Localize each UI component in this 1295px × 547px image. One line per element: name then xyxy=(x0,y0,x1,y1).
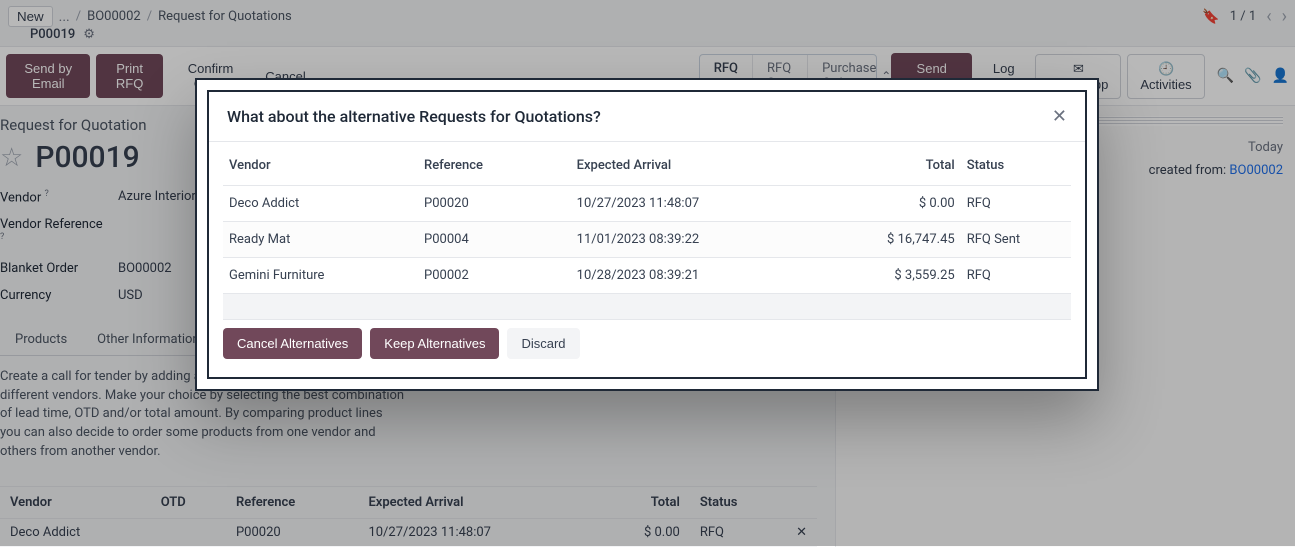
table-row[interactable]: Gemini Furniture P00002 10/28/2023 08:39… xyxy=(223,258,1071,294)
mcell-vendor: Deco Addict xyxy=(223,186,418,222)
mcell-ref: P00020 xyxy=(418,186,571,222)
mcell-arrival: 11/01/2023 08:39:22 xyxy=(571,222,825,258)
keep-alternatives-button[interactable]: Keep Alternatives xyxy=(370,328,499,359)
mcell-arrival: 10/27/2023 11:48:07 xyxy=(571,186,825,222)
cancel-alternatives-button[interactable]: Cancel Alternatives xyxy=(223,328,362,359)
mcol-status: Status xyxy=(961,146,1071,186)
discard-button[interactable]: Discard xyxy=(507,328,579,359)
mcol-vendor: Vendor xyxy=(223,146,418,186)
close-icon[interactable]: ✕ xyxy=(1052,106,1067,127)
modal-title: What about the alternative Requests for … xyxy=(227,107,601,126)
modal-body: Vendor Reference Expected Arrival Total … xyxy=(209,142,1085,377)
table-row[interactable]: Deco Addict P00020 10/27/2023 11:48:07 $… xyxy=(223,186,1071,222)
modal-header: What about the alternative Requests for … xyxy=(209,92,1085,142)
mcell-ref: P00004 xyxy=(418,222,571,258)
alternatives-modal: What about the alternative Requests for … xyxy=(197,80,1097,389)
mcell-status: RFQ xyxy=(961,186,1071,222)
table-row[interactable]: Ready Mat P00004 11/01/2023 08:39:22 $ 1… xyxy=(223,222,1071,258)
mcell-ref: P00002 xyxy=(418,258,571,294)
mcol-arrival: Expected Arrival xyxy=(571,146,825,186)
empty-row xyxy=(223,294,1071,320)
mcell-total: $ 0.00 xyxy=(825,186,961,222)
mcell-arrival: 10/28/2023 08:39:21 xyxy=(571,258,825,294)
modal-table: Vendor Reference Expected Arrival Total … xyxy=(223,146,1071,320)
mcol-ref: Reference xyxy=(418,146,571,186)
modal-footer: Cancel Alternatives Keep Alternatives Di… xyxy=(223,320,1071,363)
mcell-status: RFQ xyxy=(961,258,1071,294)
mcol-total: Total xyxy=(825,146,961,186)
mcell-vendor: Ready Mat xyxy=(223,222,418,258)
mcell-total: $ 16,747.45 xyxy=(825,222,961,258)
mcell-total: $ 3,559.25 xyxy=(825,258,961,294)
mcell-vendor: Gemini Furniture xyxy=(223,258,418,294)
mcell-status: RFQ Sent xyxy=(961,222,1071,258)
